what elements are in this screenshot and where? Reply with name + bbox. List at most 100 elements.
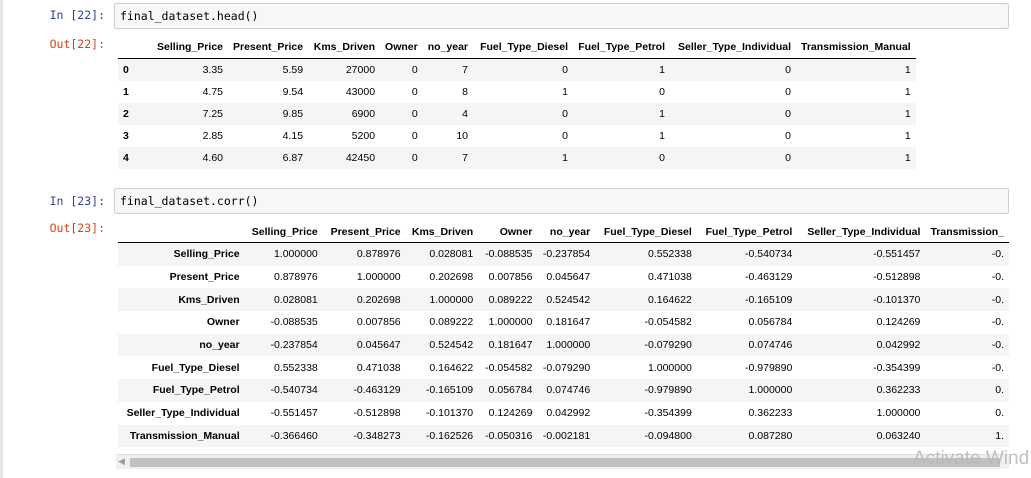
table-cell: -0. [991,339,1004,352]
table-cell: -0. [991,248,1004,261]
table-cell: -0.512898 [353,407,401,420]
row-index-cell: 0 [123,64,129,76]
table-cell: 9.54 [282,86,304,98]
correlation-table: Selling_Price Present_Price Kms_Driven Owne… [118,222,1009,448]
dataframe-head-table: Selling_Price Present_Price Kms_Driven Owne… [118,36,916,169]
table-cell: 4.75 [202,86,223,98]
table-row: Fuel_Type_Petrol -0.540734 -0.463129 -0.165… [118,379,1009,402]
column-header: Fuel_Type_Diesel [595,222,697,243]
table-cell: 0.074746 [748,339,793,352]
table-cell: -0.237854 [270,339,318,352]
scrollbar-thumb[interactable] [130,458,1000,467]
table-cell: -0.354399 [873,361,921,374]
table-cell: 0.089222 [488,293,533,306]
column-header: Seller_Type_Individual [797,222,926,243]
code-cell[interactable]: final_dataset.head() [114,3,1009,29]
table-cell: 0. [995,407,1004,420]
table-cell: -0.237854 [542,248,591,261]
row-index-cell: no_year [199,339,240,352]
table-cell: 3.35 [202,64,223,76]
column-header: Seller_Type_Individual [670,36,797,59]
table-cell: 0 [562,130,569,142]
table-row: 4 4.60 6.87 42450 0 7 1 0 0 1 [118,147,916,169]
table-cell: 0 [411,130,418,142]
table-cell: -0.002181 [542,429,591,442]
column-header: Kms_Driven [308,36,381,59]
code-cell[interactable]: final_dataset.corr() [114,188,1009,214]
table-cell: 0.362233 [748,407,793,420]
table-cell: 0.089222 [429,316,474,329]
table-row: Present_Price 0.878976 1.000000 0.202698 0.0… [118,266,1009,289]
table-cell: 0.878976 [273,271,318,284]
table-cell: 0. [995,384,1004,397]
table-cell: 0.074746 [546,384,591,397]
table-cell: 0 [411,152,418,164]
table-row: Seller_Type_Individual -0.551457 -0.512898… [118,402,1009,425]
horizontal-scrollbar[interactable]: ◀ [116,454,1009,469]
table-cell: -0. [991,316,1004,329]
table-cell: 0.028081 [429,248,474,261]
table-cell: 0.056784 [748,316,793,329]
table-cell: 0.524542 [546,293,591,306]
table-cell: 1.000000 [429,293,474,306]
column-header: Owner [380,36,423,59]
table-cell: 0.552338 [273,361,318,374]
table-cell: -0.162526 [425,429,474,442]
output-prompt: Out[23]: [49,221,105,235]
table-cell: -0.054582 [485,361,533,374]
input-prompt: In [22]: [49,8,105,22]
table-cell: 0.471038 [356,361,401,374]
table-cell: 0.007856 [488,271,533,284]
table-cell: 0 [659,152,666,164]
table-cell: 27000 [345,64,376,76]
table-cell: 1 [659,130,666,142]
table-cell: 0.042992 [876,339,921,352]
table-cell: 1.000000 [356,271,401,284]
window-edge [0,0,3,478]
column-header: Fuel_Type_Petrol [573,36,671,59]
table-cell: 1 [904,130,911,142]
table-cell: 1.000000 [748,384,793,397]
table-cell: 0.471038 [648,271,692,284]
table-row: Selling_Price 1.000000 0.878976 0.028081 -0.… [118,242,1009,266]
table-cell: 0 [411,108,418,120]
table-cell: -0.512898 [873,271,921,284]
table-cell: 0 [411,64,418,76]
table-cell: -0.979890 [745,361,793,374]
table-cell: -0.463129 [353,384,401,397]
row-index-cell: 2 [123,108,129,120]
table-row: Fuel_Type_Diesel 0.552338 0.471038 0.164622… [118,356,1009,379]
table-cell: 7.25 [202,108,223,120]
table-cell: 4.15 [282,130,304,142]
table-cell: -0.165109 [425,384,474,397]
column-header: no_year [422,36,474,59]
table-cell: -0.094800 [644,429,692,442]
table-cell: -0.348273 [353,429,401,442]
table-cell: -0.979890 [644,384,692,397]
table-cell: 1.000000 [546,339,591,352]
table-cell: 7 [462,64,469,76]
table-cell: -0.354399 [644,407,692,420]
table-cell: 0.524542 [429,339,474,352]
table-cell: 0 [785,152,792,164]
table-cell: 8 [462,86,469,98]
table-cell: 10 [456,130,469,142]
column-header: Owner [478,222,538,243]
row-index-cell: Seller_Type_Individual [126,407,240,420]
row-index-cell: 1 [123,86,129,98]
row-index-cell: Selling_Price [173,248,240,261]
column-header: Present_Price [228,36,309,59]
corr-table-scroll-area[interactable]: Selling_Price Present_Price Kms_Driven Owne… [118,222,1009,450]
table-cell: -0.079290 [644,339,692,352]
table-cell: 1 [904,64,911,76]
column-header: Transmission_ [925,222,1009,243]
scroll-left-arrow-icon[interactable]: ◀ [118,456,125,467]
table-cell: 0.164622 [429,361,474,374]
table-cell: 0 [785,64,792,76]
table-cell: -0.054582 [644,316,692,329]
table-cell: 1.000000 [488,316,533,329]
table-cell: 0.202698 [356,293,401,306]
table-cell: 0 [785,130,792,142]
table-cell: 4 [462,108,469,120]
table-cell: 0.045647 [356,339,401,352]
